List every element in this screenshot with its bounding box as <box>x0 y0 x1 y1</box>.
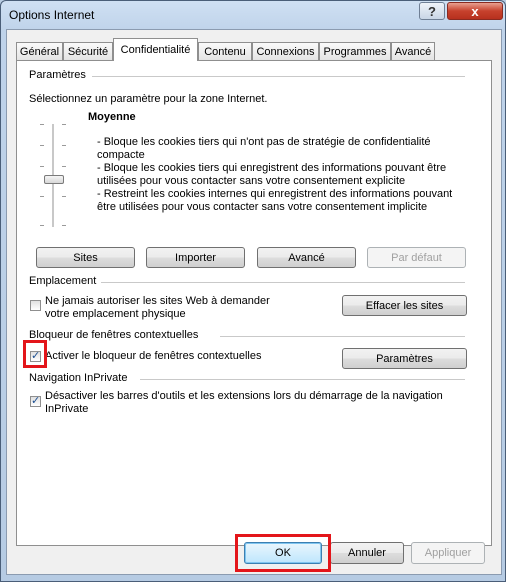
slider-tick <box>40 166 44 167</box>
checkmark-icon: ✓ <box>31 395 41 407</box>
emplacement-checkbox-label-2: votre emplacement physique <box>45 308 186 320</box>
help-icon: ? <box>428 3 436 19</box>
slider-tick <box>62 124 66 125</box>
importer-button[interactable]: Importer <box>146 247 245 268</box>
effacer-les-sites-button[interactable]: Effacer les sites <box>342 295 467 316</box>
tab-avance[interactable]: Avancé <box>391 42 435 60</box>
parametres-divider <box>92 76 465 77</box>
options-internet-window: Options Internet ? x Général Sécurité Co… <box>0 0 506 582</box>
parametres-instruction: Sélectionnez un paramètre pour la zone I… <box>29 93 268 105</box>
privacy-desc-line: utilisées pour vous contacter sans votre… <box>97 175 406 187</box>
inprivate-title: Navigation InPrivate <box>29 372 128 384</box>
annuler-button[interactable]: Annuler <box>330 542 404 564</box>
slider-tick <box>62 166 66 167</box>
inprivate-checkbox-label: Désactiver les barres d'outils et les ex… <box>45 390 443 402</box>
bloqueur-checkbox[interactable]: ✓ <box>30 350 41 362</box>
tab-general[interactable]: Général <box>16 42 63 60</box>
privacy-desc-line: - Restreint les cookies internes qui enr… <box>97 188 453 200</box>
slider-tick <box>62 225 66 226</box>
emplacement-title: Emplacement <box>29 275 97 287</box>
slider-tick <box>62 196 66 197</box>
inprivate-checkbox[interactable]: ✓ <box>30 395 41 407</box>
sites-button[interactable]: Sites <box>36 247 135 268</box>
ok-button[interactable]: OK <box>244 542 322 564</box>
bloqueur-title: Bloqueur de fenêtres contextuelles <box>29 329 199 341</box>
help-button[interactable]: ? <box>419 2 445 20</box>
par-defaut-button[interactable]: Par défaut <box>367 247 466 268</box>
tab-securite[interactable]: Sécurité <box>63 42 113 60</box>
emplacement-checkbox[interactable] <box>30 300 41 311</box>
inprivate-checkbox-label-2: InPrivate <box>45 403 89 415</box>
close-button[interactable]: x <box>447 2 503 20</box>
bloqueur-divider <box>220 336 465 337</box>
privacy-slider-thumb[interactable] <box>44 175 64 184</box>
privacy-desc-line: - Bloque les cookies tiers qui enregistr… <box>97 162 447 174</box>
inprivate-divider <box>140 379 465 380</box>
tab-programmes[interactable]: Programmes <box>319 42 391 60</box>
privacy-desc-line: compacte <box>97 149 145 161</box>
privacy-desc-line: - Bloque les cookies tiers qui n'ont pas… <box>97 136 431 148</box>
parametres-title: Paramètres <box>29 69 86 81</box>
emplacement-divider <box>101 282 465 283</box>
bloqueur-parametres-button[interactable]: Paramètres <box>342 348 467 369</box>
window-title: Options Internet <box>9 8 95 22</box>
tab-contenu[interactable]: Contenu <box>198 42 252 60</box>
bloqueur-checkbox-label: Activer le bloqueur de fenêtres contextu… <box>45 350 262 362</box>
slider-tick <box>40 124 44 125</box>
avance-button[interactable]: Avancé <box>257 247 356 268</box>
privacy-desc-line: être utilisées pour vous contacter sans … <box>97 201 428 213</box>
appliquer-button[interactable]: Appliquer <box>411 542 485 564</box>
slider-tick <box>40 225 44 226</box>
slider-tick <box>40 145 44 146</box>
privacy-level-label: Moyenne <box>88 111 136 123</box>
tab-connexions[interactable]: Connexions <box>252 42 319 60</box>
checkmark-icon: ✓ <box>31 350 41 362</box>
slider-tick <box>40 196 44 197</box>
emplacement-checkbox-label: Ne jamais autoriser les sites Web à dema… <box>45 295 270 307</box>
slider-tick <box>62 145 66 146</box>
close-icon: x <box>471 3 479 19</box>
tab-confidentialite[interactable]: Confidentialité <box>113 38 198 61</box>
title-bar[interactable]: Options Internet ? x <box>1 1 505 29</box>
